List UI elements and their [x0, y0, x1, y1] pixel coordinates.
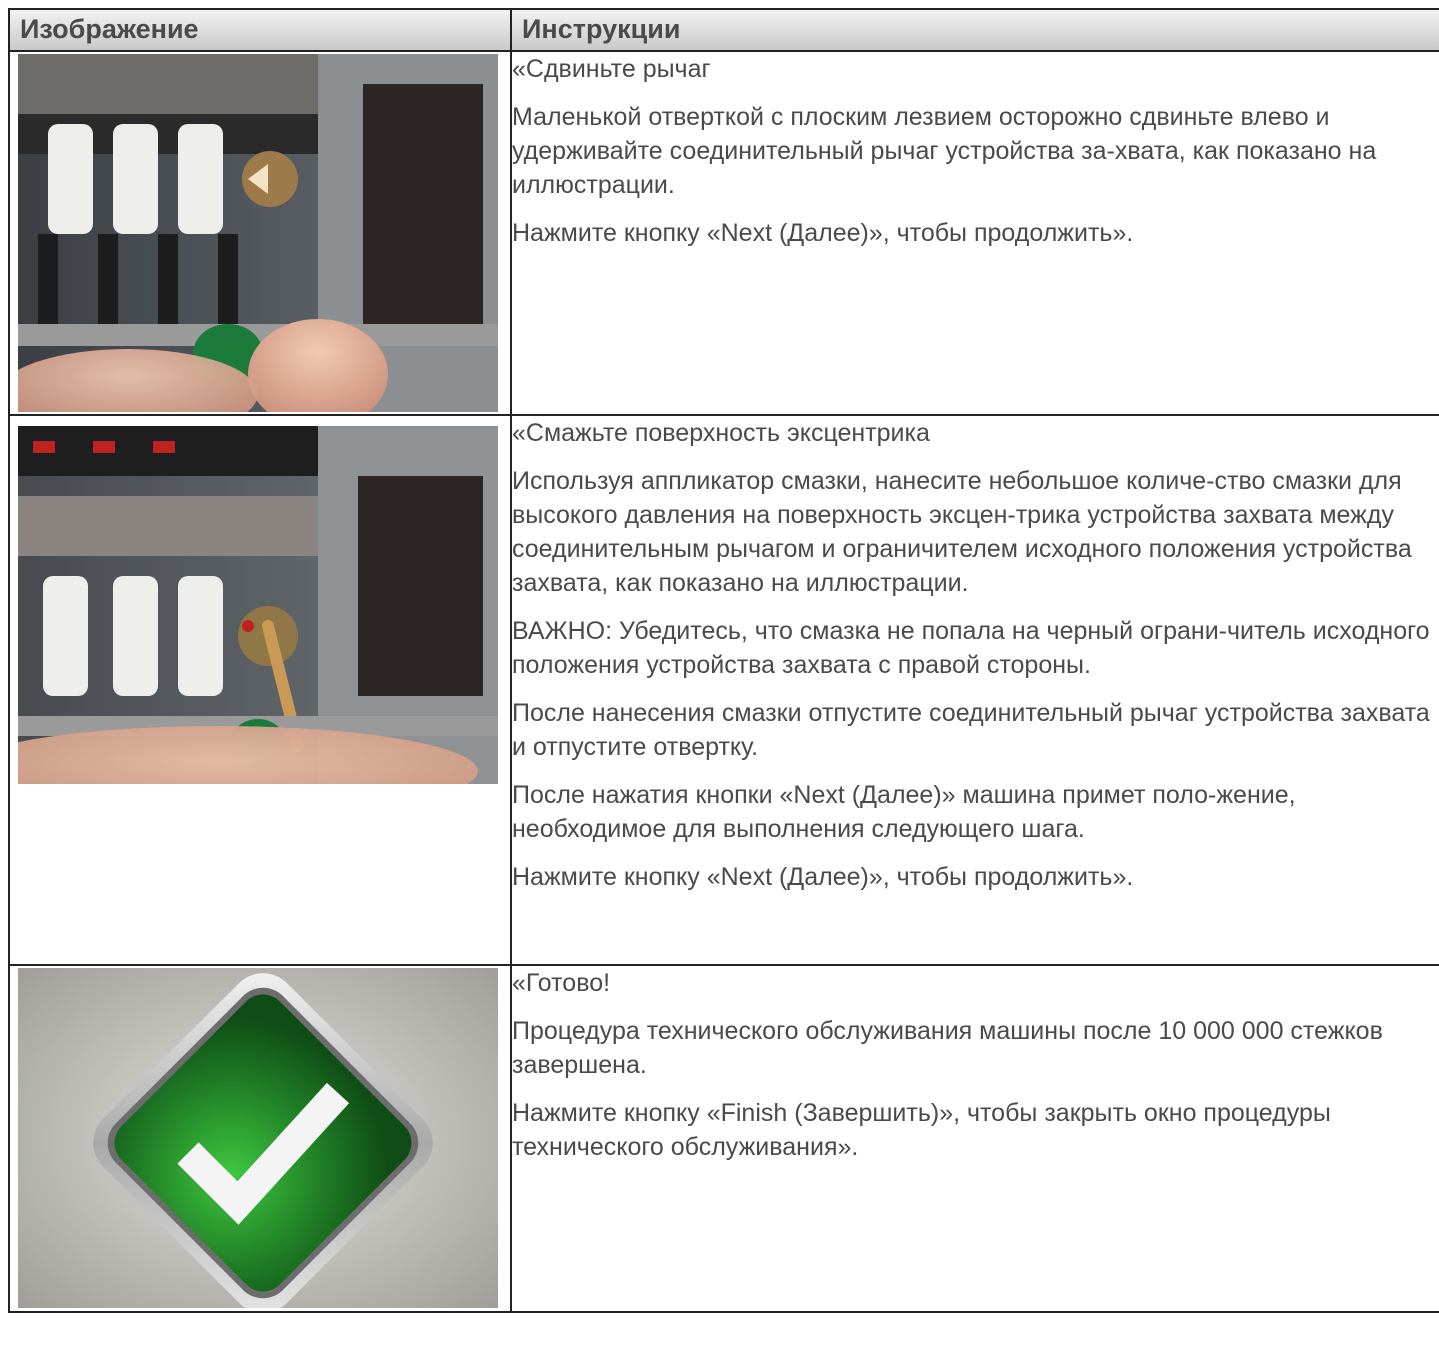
instruction-cell: «Смажьте поверхность эксцентрика Использ… [510, 414, 1439, 966]
step-paragraph: После нажатия кнопки «Next (Далее)» маши… [512, 781, 1296, 843]
step-paragraph: Нажмите кнопку «Finish (Завершить)», что… [512, 1099, 1331, 1161]
step-paragraph: Процедура технического обслуживания маши… [512, 1017, 1383, 1079]
image-cell [8, 964, 512, 1313]
instruction-cell: «Сдвиньте рычаг Маленькой отверткой с пл… [510, 50, 1439, 416]
step-paragraph: Используя аппликатор смазки, нанесите не… [512, 467, 1412, 597]
header-row: Изображение Инструкции [8, 8, 1439, 52]
step-paragraph: Маленькой отверткой с плоским лезвием ос… [512, 103, 1377, 199]
green-checkmark-icon [18, 968, 498, 1308]
instructions-table: Изображение Инструкции «Сдвиньте рычаг М… [8, 8, 1439, 1313]
step-title: «Готово! [512, 969, 611, 997]
header-image: Изображение [8, 8, 512, 52]
grease-applicator-photo [18, 426, 498, 784]
screwdriver-lever-photo [18, 54, 498, 412]
step-title: «Сдвиньте рычаг [512, 55, 711, 83]
instruction-cell: «Готово! Процедура технического обслужив… [510, 964, 1439, 1313]
step-paragraph: ВАЖНО: Убедитесь, что смазка не попала н… [512, 617, 1430, 679]
step-paragraph: Нажмите кнопку «Next (Далее)», чтобы про… [512, 863, 1134, 891]
step-title: «Смажьте поверхность эксцентрика [512, 419, 930, 447]
table-row: «Готово! Процедура технического обслужив… [8, 964, 1439, 1313]
step-paragraph: Нажмите кнопку «Next (Далее)», чтобы про… [512, 219, 1134, 247]
image-cell [8, 414, 512, 966]
header-instructions: Инструкции [510, 8, 1439, 52]
table-row: «Смажьте поверхность эксцентрика Использ… [8, 414, 1439, 966]
table-row: «Сдвиньте рычаг Маленькой отверткой с пл… [8, 50, 1439, 416]
image-cell [8, 50, 512, 416]
step-paragraph: После нанесения смазки отпустите соедини… [512, 699, 1430, 761]
